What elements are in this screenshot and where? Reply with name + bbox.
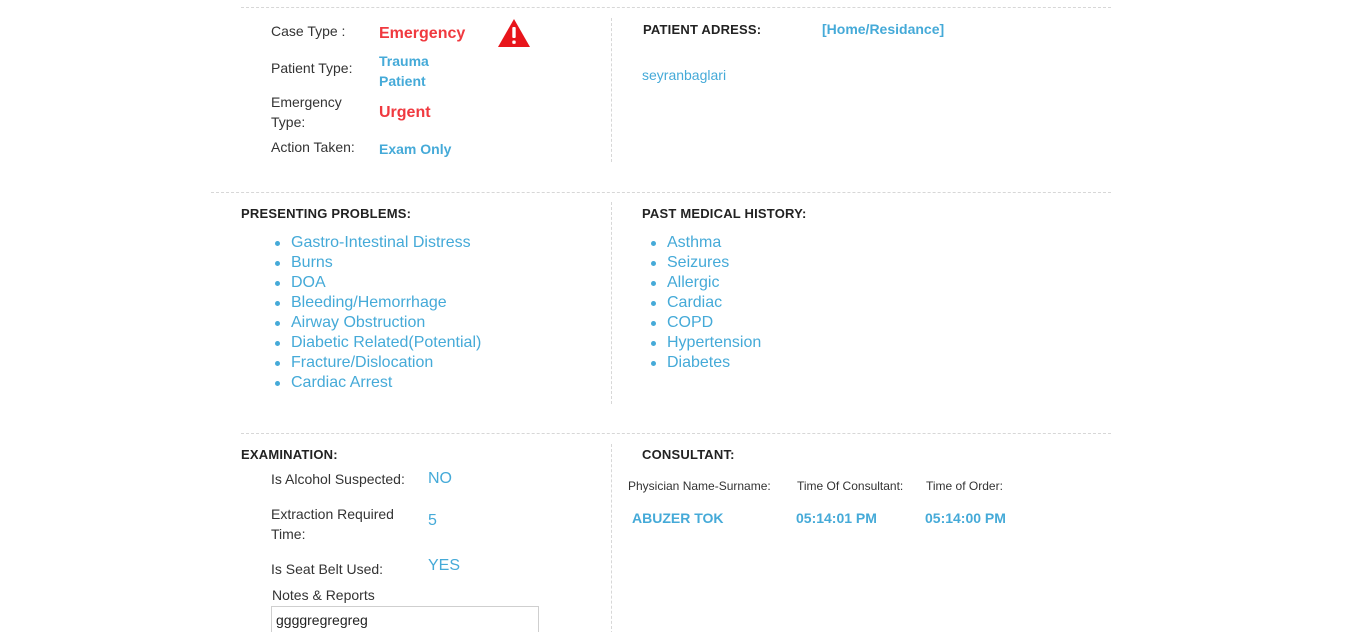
alcohol-suspected-value: NO — [428, 470, 452, 487]
physician-name-value: ABUZER TOK — [632, 510, 724, 526]
bullet-icon — [275, 321, 280, 326]
bullet-icon — [275, 301, 280, 306]
warning-triangle-icon — [498, 19, 530, 47]
notes-label: Notes & Reports — [272, 587, 375, 603]
list-item: Diabetes — [651, 353, 761, 373]
time-of-order-column-header: Time of Order: — [926, 479, 1003, 493]
bullet-icon — [651, 281, 656, 286]
alcohol-suspected-label: Is Alcohol Suspected: — [271, 471, 405, 487]
address-type: [Home/Residance] — [822, 21, 945, 37]
list-item: Diabetic Related(Potential) — [275, 333, 481, 353]
list-item: Cardiac — [651, 293, 761, 313]
time-of-consultant-column-header: Time Of Consultant: — [797, 479, 904, 493]
list-item: Burns — [275, 253, 481, 273]
consultant-heading: CONSULTANT: — [642, 447, 735, 462]
patient-address-heading: PATIENT ADRESS: — [643, 22, 762, 37]
patient-type-value-line1: Trauma — [379, 53, 429, 69]
extraction-time-label: Extraction Required Time: — [271, 506, 394, 542]
case-type-label: Case Type : — [271, 23, 346, 39]
list-item: Gastro-Intestinal Distress — [275, 233, 481, 253]
list-item: DOA — [275, 273, 481, 293]
list-item: Cardiac Arrest — [275, 373, 481, 393]
patient-type-label: Patient Type: — [271, 60, 353, 76]
bullet-icon — [275, 341, 280, 346]
divider-section-1 — [211, 192, 1111, 193]
emergency-type-value: Urgent — [379, 104, 431, 121]
bullet-icon — [651, 241, 656, 246]
past-medical-history-heading: PAST MEDICAL HISTORY: — [642, 206, 807, 221]
list-item: Asthma — [651, 233, 761, 253]
bullet-icon — [651, 361, 656, 366]
presenting-problems-list: Gastro-Intestinal Distress Burns DOA Ble… — [275, 233, 481, 393]
bullet-icon — [275, 361, 280, 366]
list-item: Bleeding/Hemorrhage — [275, 293, 481, 313]
bullet-icon — [651, 261, 656, 266]
list-item: Airway Obstruction — [275, 313, 481, 333]
action-taken-value: Exam Only — [379, 141, 452, 157]
divider-vertical-case — [611, 18, 612, 162]
divider-section-2 — [241, 433, 1111, 434]
bullet-icon — [651, 301, 656, 306]
bullet-icon — [275, 261, 280, 266]
divider-vertical-exam — [611, 444, 612, 632]
time-of-order-value: 05:14:00 PM — [925, 510, 1006, 526]
case-type-value: Emergency — [379, 25, 466, 42]
presenting-problems-heading: PRESENTING PROBLEMS: — [241, 206, 412, 221]
patient-type-value-line2: Patient — [379, 73, 426, 89]
examination-heading: EXAMINATION: — [241, 447, 338, 462]
bullet-icon — [651, 341, 656, 346]
seat-belt-label: Is Seat Belt Used: — [271, 561, 384, 577]
emergency-type-label: Emergency Type: — [271, 94, 342, 130]
notes-textarea[interactable]: ggggregregreg — [271, 606, 539, 632]
bullet-icon — [275, 281, 280, 286]
seat-belt-value: YES — [428, 557, 461, 574]
list-item: Seizures — [651, 253, 761, 273]
bullet-icon — [275, 381, 280, 386]
physician-name-column-header: Physician Name-Surname: — [628, 479, 771, 493]
bullet-icon — [651, 321, 656, 326]
past-medical-history-list: Asthma Seizures Allergic Cardiac COPD Hy… — [651, 233, 761, 373]
address-value: seyranbaglari — [642, 67, 727, 83]
list-item: Hypertension — [651, 333, 761, 353]
list-item: Allergic — [651, 273, 761, 293]
divider-top — [241, 7, 1111, 8]
list-item: Fracture/Dislocation — [275, 353, 481, 373]
extraction-time-value: 5 — [428, 512, 437, 529]
patient-case-detail: Case Type : Emergency Patient Type: Trau… — [0, 0, 1346, 632]
divider-vertical-problems — [611, 202, 612, 404]
time-of-consultant-value: 05:14:01 PM — [796, 510, 877, 526]
bullet-icon — [275, 241, 280, 246]
list-item: COPD — [651, 313, 761, 333]
action-taken-label: Action Taken: — [271, 139, 355, 155]
